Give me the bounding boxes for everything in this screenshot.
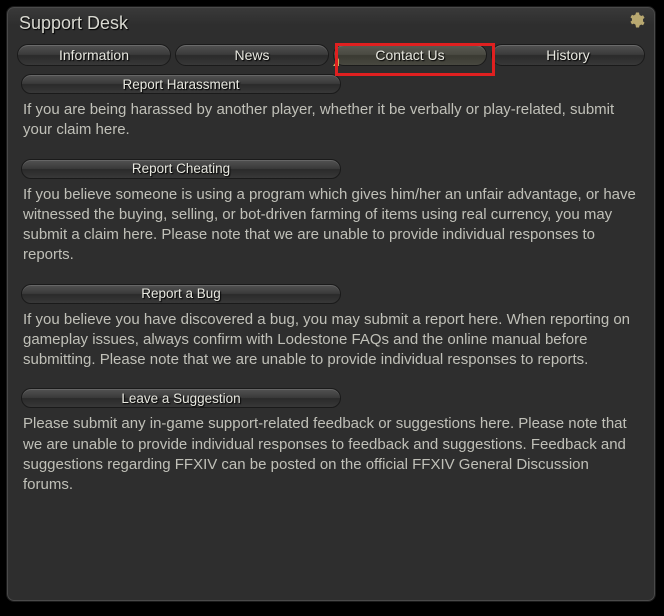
section-header-label: Report a Bug [141, 286, 221, 301]
section-body: If you believe you have discovered a bug… [21, 310, 641, 371]
tab-information[interactable]: Information [17, 44, 171, 66]
content-area: Report Harassment If you are being haras… [7, 74, 655, 598]
report-bug-button[interactable]: Report a Bug [21, 284, 341, 304]
window-title: Support Desk [19, 13, 128, 34]
titlebar: Support Desk [7, 7, 655, 38]
tab-bar: Information News Contact Us History [7, 38, 655, 74]
leave-suggestion-button[interactable]: Leave a Suggestion [21, 388, 341, 408]
tab-label: Information [59, 47, 129, 63]
section-body: Please submit any in-game support-relate… [21, 414, 641, 495]
settings-gear-icon[interactable] [627, 13, 643, 34]
section-body: If you are being harassed by another pla… [21, 100, 641, 141]
section-header-label: Leave a Suggestion [121, 391, 240, 406]
tab-label: History [546, 47, 590, 63]
section-header-label: Report Harassment [122, 77, 239, 92]
section-body: If you believe someone is using a progra… [21, 185, 641, 266]
section-header-label: Report Cheating [132, 161, 230, 176]
tab-label: News [234, 47, 269, 63]
section-leave-suggestion: Leave a Suggestion Please submit any in-… [21, 388, 641, 495]
tab-label: Contact Us [375, 47, 444, 63]
support-desk-window: Support Desk Information News Contact Us… [6, 6, 656, 602]
report-cheating-button[interactable]: Report Cheating [21, 159, 341, 179]
tab-contact-us[interactable]: Contact Us [333, 44, 487, 66]
section-report-cheating: Report Cheating If you believe someone i… [21, 159, 641, 266]
section-report-harassment: Report Harassment If you are being haras… [21, 74, 641, 141]
tab-history[interactable]: History [491, 44, 645, 66]
section-report-bug: Report a Bug If you believe you have dis… [21, 284, 641, 371]
report-harassment-button[interactable]: Report Harassment [21, 74, 341, 94]
tab-news[interactable]: News [175, 44, 329, 66]
